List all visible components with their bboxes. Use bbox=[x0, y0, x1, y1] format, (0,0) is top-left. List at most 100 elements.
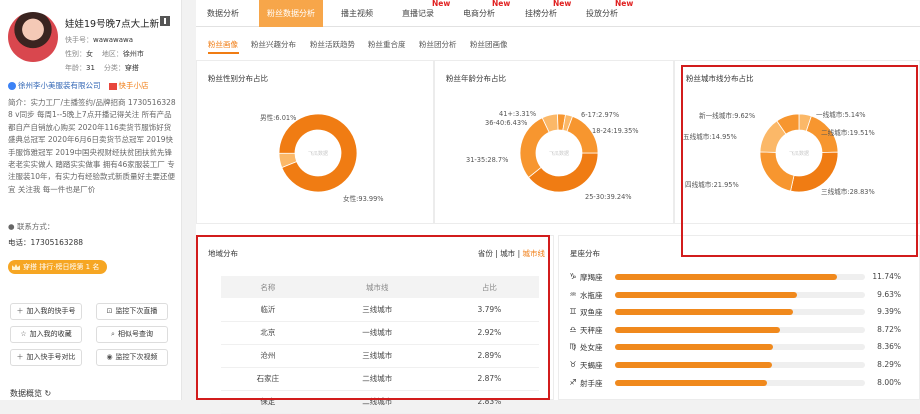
cell-share: 2.87% bbox=[439, 367, 539, 391]
top-tab-bar: 数据分析 粉丝数据分析 播主视频 直播记录 New 电商分析 New 挂榜分析 … bbox=[196, 0, 920, 27]
city-label-tier2: 二线城市:19.51% bbox=[821, 129, 875, 137]
zodiac-row: ♉ 天蝎座 8.29% bbox=[567, 360, 901, 371]
plus-icon: ＋ bbox=[16, 353, 24, 361]
zodiac-row: ♑ 摩羯座 11.74% bbox=[567, 272, 901, 283]
cell-name: 石家庄 bbox=[221, 367, 315, 391]
switch-city[interactable]: 城市 bbox=[500, 249, 515, 258]
main-content: 粉丝画像 粉丝兴趣分布 粉丝活跃趋势 粉丝重合度 粉丝团分析 粉丝团画像 粉丝性… bbox=[196, 27, 920, 414]
subtab-fan-portrait[interactable]: 粉丝画像 bbox=[208, 39, 238, 50]
plus-icon: ＋ bbox=[16, 307, 24, 315]
zodiac-row: ♊ 双鱼座 9.39% bbox=[567, 307, 901, 318]
company-row: 徐州李小美服装有限公司 快手小店 bbox=[8, 80, 149, 91]
add-my-account-button[interactable]: ＋加入我的快手号 bbox=[10, 303, 82, 320]
tab-videos[interactable]: 播主视频 bbox=[341, 8, 373, 19]
zodiac-bar bbox=[615, 291, 798, 298]
card-title: 粉丝年龄分布占比 bbox=[446, 74, 506, 83]
tab-data-analysis[interactable]: 数据分析 bbox=[207, 8, 239, 19]
zodiac-row: ♒ 水瓶座 9.63% bbox=[567, 290, 901, 301]
new-badge: New bbox=[615, 0, 634, 8]
shop-link[interactable]: 快手小店 bbox=[119, 81, 149, 90]
donut-slice-25-30[interactable] bbox=[528, 152, 599, 193]
tab-live-records[interactable]: 直播记录 bbox=[402, 8, 434, 19]
new-badge: New bbox=[432, 0, 451, 8]
zodiac-bar bbox=[615, 274, 838, 280]
switch-city-tier[interactable]: 城市线 bbox=[523, 249, 546, 258]
age-label-25-30: 25-30:39.24% bbox=[585, 193, 632, 201]
gender-donut: 飞瓜数据 bbox=[278, 113, 358, 193]
city-label-new-tier1: 新一线城市:9.62% bbox=[699, 112, 756, 120]
zodiac-bar bbox=[615, 379, 767, 386]
cell-tier: 三线城市 bbox=[314, 344, 440, 368]
rank-badge[interactable]: 穿搭 排行·榜日榜第 1 名 bbox=[8, 260, 108, 274]
subtab-underline bbox=[208, 52, 239, 54]
zodiac-bar-track bbox=[615, 309, 865, 316]
cell-name: 北京 bbox=[221, 321, 315, 345]
monitor-next-video-button[interactable]: ◉ 监控下次视频 bbox=[96, 349, 168, 366]
subtab-overlap[interactable]: 粉丝重合度 bbox=[368, 39, 406, 50]
cell-share: 2.92% bbox=[439, 321, 539, 345]
zodiac-bar-track bbox=[615, 291, 865, 298]
tab-ranking[interactable]: 挂榜分析 bbox=[525, 8, 557, 19]
zodiac-bar-track bbox=[615, 344, 865, 351]
zodiac-row: ♍ 处女座 8.36% bbox=[567, 342, 901, 353]
switch-province[interactable]: 省份 bbox=[478, 249, 493, 258]
city-label-tier4: 四线城市:21.95% bbox=[685, 181, 739, 189]
new-badge: New bbox=[553, 0, 572, 8]
city-tier-donut: 飞瓜数据 bbox=[759, 113, 839, 193]
zodiac-bar-track bbox=[615, 362, 865, 368]
zodiac-bar-track bbox=[615, 274, 865, 280]
search-icon: ⌕ bbox=[111, 330, 115, 338]
city-label-tier3: 三线城市:28.83% bbox=[821, 188, 875, 196]
zodiac-name: 天蝎座 bbox=[580, 361, 603, 370]
card-title: 粉丝性别分布占比 bbox=[208, 74, 268, 83]
age-label-41: 41+:3.31% bbox=[499, 110, 537, 118]
zodiac-value: 8.00% bbox=[877, 377, 901, 387]
bio-text: 简介：实力工厂/主播签约/品牌招商 17305163288 v同步 每周1--5… bbox=[8, 98, 176, 194]
cell-share: 2.83% bbox=[439, 390, 539, 414]
cell-tier: 三线城市 bbox=[314, 298, 440, 322]
star-icon: ☆ bbox=[20, 330, 27, 338]
city-label-tier1: 一线城市:5.14% bbox=[816, 111, 866, 119]
age-label-36-40: 36-40:6.43% bbox=[485, 119, 528, 127]
tab-ecommerce[interactable]: 电商分析 bbox=[463, 8, 495, 19]
cell-name: 临沂 bbox=[221, 298, 315, 322]
qr-code-icon[interactable] bbox=[160, 16, 170, 26]
zodiac-name: 处女座 bbox=[580, 343, 603, 353]
cell-name: 保定 bbox=[221, 390, 315, 414]
streamer-profile-panel: 娃娃19号晚7点大上新 快手号：wawawawa 性别：女 地区：徐州市 年龄：… bbox=[0, 0, 182, 400]
zodiac-bar bbox=[615, 362, 772, 368]
tab-fan-analysis[interactable]: 粉丝数据分析 bbox=[259, 0, 323, 27]
contact-icon: ● bbox=[8, 222, 15, 231]
card-title: 地域分布 bbox=[208, 249, 238, 258]
zodiac-icon: ♍ bbox=[569, 342, 577, 352]
add-favorite-button[interactable]: ☆ 加入我的收藏 bbox=[10, 326, 82, 343]
monitor-next-live-button[interactable]: ⊡ 监控下次直播 bbox=[96, 303, 168, 320]
similar-account-search-button[interactable]: ⌕ 相似号查询 bbox=[96, 326, 168, 343]
donut-slice-四线城市[interactable] bbox=[759, 151, 795, 192]
kuaishou-id-row: 快手号：wawawawa bbox=[65, 36, 134, 44]
gender-label-female: 女性:93.99% bbox=[343, 195, 384, 203]
add-compare-button[interactable]: ＋加入快手号对比 bbox=[10, 349, 82, 366]
phone-number: 17305163288 bbox=[30, 238, 84, 247]
zodiac-icon: ♉ bbox=[569, 360, 577, 369]
streamer-name: 娃娃19号晚7点大上新 bbox=[65, 19, 160, 30]
company-name[interactable]: 徐州李小美服装有限公司 bbox=[18, 81, 101, 90]
new-badge: New bbox=[492, 0, 511, 8]
subtab-fan-group-portrait[interactable]: 粉丝团画像 bbox=[470, 39, 508, 50]
subtab-interest[interactable]: 粉丝兴趣分布 bbox=[251, 39, 296, 50]
refresh-icon: ↻ bbox=[44, 389, 52, 398]
tab-ad-analysis[interactable]: 投放分析 bbox=[586, 8, 618, 19]
eye-icon: ◉ bbox=[106, 353, 113, 361]
zodiac-name: 水瓶座 bbox=[580, 290, 603, 300]
subtab-fan-group[interactable]: 粉丝团分析 bbox=[419, 39, 457, 50]
subtab-activity[interactable]: 粉丝活跃趋势 bbox=[310, 39, 355, 50]
cell-tier: 二线城市 bbox=[314, 390, 440, 414]
age-card: 粉丝年龄分布占比 飞瓜数据 41+:3.31% 36-40:6.43% 6-17… bbox=[434, 60, 674, 224]
region-table: 名称 城市线 占比 临沂 三线城市 3.79% 北京 一线城市 2.92% 沧州 三线城市… bbox=[221, 276, 539, 414]
table-row: 北京 一线城市 2.92% bbox=[221, 321, 539, 345]
cell-share: 3.79% bbox=[439, 298, 539, 322]
cell-tier: 二线城市 bbox=[314, 367, 440, 391]
region-value: 徐州市 bbox=[122, 50, 144, 58]
age-label-31-35: 31-35:28.7% bbox=[466, 156, 509, 164]
zodiac-bar-track bbox=[615, 326, 865, 333]
